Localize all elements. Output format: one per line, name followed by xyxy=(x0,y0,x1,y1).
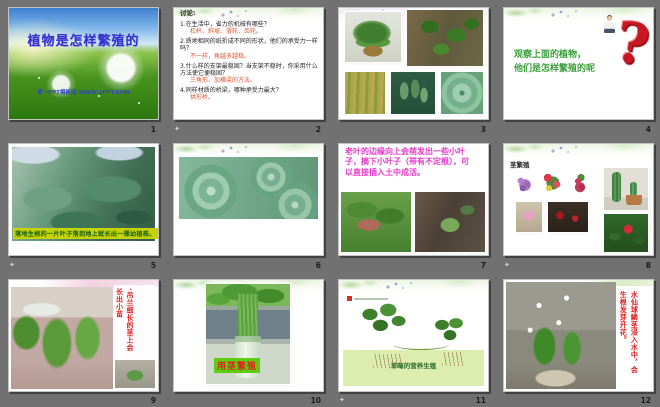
cactus-column xyxy=(612,172,621,202)
presentation-title: 植物是怎样繁殖的 xyxy=(27,34,140,49)
question-mark-graphic: ? xyxy=(611,8,654,80)
vertical-text-panel: 水仙球鳞茎浸入水中，会生根发芽开花。 xyxy=(617,287,651,383)
slide-thumbnail-10[interactable]: 用茎繁殖 xyxy=(173,279,324,392)
prompt-text: 观察上面的植物， 他们是怎样繁殖的呢 xyxy=(514,48,595,77)
narcissus-note: 水仙球鳞茎浸入水中，会生根发芽开花。 xyxy=(619,291,639,374)
stem-propagation-title: 茎繁殖 xyxy=(510,161,530,169)
slide-cell-12: 水仙球鳞茎浸入水中，会生根发芽开花。 12 xyxy=(495,272,660,407)
slide-thumbnail-8[interactable]: 茎繁殖 xyxy=(503,143,654,256)
photo-cactus-pots xyxy=(604,168,648,210)
slide-thumbnail-6[interactable] xyxy=(173,143,324,256)
photo-plantlet-in-soil xyxy=(415,192,485,252)
prompt-line-1: 观察上面的植物， xyxy=(514,50,587,60)
cactus-small xyxy=(630,182,637,196)
transition-icon[interactable]: ✦ xyxy=(339,397,345,404)
slide-cell-11: 草莓的营养生殖 ✦ 11 xyxy=(330,272,495,407)
question-2: 2.质地相同的纸折成不同的形状，他们的承受力一样吗？ xyxy=(180,38,318,53)
answer-3: 三角形、加横梁的方法。 xyxy=(190,77,257,85)
strawberry-plant-left xyxy=(357,299,409,343)
slide-cell-9: ·吊兰细长的茎上会长出小苗 9 xyxy=(0,272,165,407)
cactus-pot xyxy=(626,195,642,205)
slide-sorter-canvas: 植物是怎样繁殖的 第一PPT模板网-WWW.1PPT.COM 1 讨论: 1.在… xyxy=(0,0,660,407)
photo-kalanchoe-leaves xyxy=(12,147,155,241)
photo-cactus-stems xyxy=(391,72,435,114)
slide-number: 8 xyxy=(645,261,651,270)
photo-narcissus-pot xyxy=(506,282,616,389)
photo-ivy-leaves xyxy=(407,10,483,66)
slide-number: 11 xyxy=(475,396,486,405)
slide-thumbnail-9[interactable]: ·吊兰细长的茎上会长出小苗 xyxy=(8,279,159,392)
transition-icon[interactable]: ✦ xyxy=(504,262,510,269)
photo-pink-flower xyxy=(516,202,542,232)
spider-plant-note: ·吊兰细长的茎上会长出小苗 xyxy=(115,288,135,352)
slide-thumbnail-12[interactable]: 水仙球鳞茎浸入水中，会生根发芽开花。 xyxy=(503,279,654,392)
template-header-decoration xyxy=(339,280,488,293)
answer-4: 拱形桥。 xyxy=(190,94,215,102)
slide-cell-4: ? 观察上面的植物， 他们是怎样繁殖的呢 4 xyxy=(495,0,660,136)
slide-number: 2 xyxy=(315,125,321,134)
slide-cell-6: 6 xyxy=(165,136,330,272)
slide-cell-2: 讨论: 1.在生活中，省力的机械有哪些？ 杠杆、斜坡、滑轮、齿轮。 2.质地相同… xyxy=(165,0,330,136)
slide-thumbnail-2[interactable]: 讨论: 1.在生活中，省力的机械有哪些？ 杠杆、斜坡、滑轮、齿轮。 2.质地相同… xyxy=(173,7,324,120)
slide-cell-3: 3 xyxy=(330,0,495,136)
strawberry-caption: 草莓的营养生殖 xyxy=(390,362,437,370)
strawberry-runner-illustration: 草莓的营养生殖 xyxy=(343,293,484,386)
photo-spider-plantlet xyxy=(115,360,155,388)
person-legs xyxy=(603,29,615,33)
slide-cell-1: 植物是怎样繁殖的 第一PPT模板网-WWW.1PPT.COM 1 xyxy=(0,0,165,136)
prompt-line-2: 他们是怎样繁殖的呢 xyxy=(514,64,596,75)
slide-cell-10: 用茎繁殖 10 xyxy=(165,272,330,407)
photo-bamboo-stalks xyxy=(345,72,385,114)
slide-number: 12 xyxy=(640,396,651,405)
photo-plantlets-on-leaf xyxy=(341,192,411,252)
illustration-roses xyxy=(540,170,566,196)
watermark-text: 第一PPT模板网-WWW.1PPT.COM xyxy=(37,90,130,96)
question-1: 1.在生活中，省力的机械有哪些？ xyxy=(180,20,270,28)
source-logo-mark xyxy=(347,296,352,301)
answer-2: 不一样，角越多越稳。 xyxy=(190,52,251,60)
leaf-propagation-text: 老叶的边缘向上会萌发出一些小叶子，摘下小叶子（带有不定根），可以直接插入土中成活… xyxy=(345,147,469,177)
slide-thumbnail-4[interactable]: ? 观察上面的植物， 他们是怎样繁殖的呢 xyxy=(503,7,654,120)
slide-thumbnail-3[interactable] xyxy=(338,7,489,120)
slide-number: 4 xyxy=(645,125,651,134)
slide-cell-7: 老叶的边缘向上会萌发出一些小叶子，摘下小叶子（带有不定根），可以直接插入土中成活… xyxy=(330,136,495,272)
slide-number: 5 xyxy=(150,261,156,270)
illustration-grapes xyxy=(570,174,590,198)
slide-number: 3 xyxy=(480,125,486,134)
slide-thumbnail-1[interactable]: 植物是怎样繁殖的 第一PPT模板网-WWW.1PPT.COM xyxy=(8,7,159,120)
slide-thumbnail-5[interactable]: 落地生根的一片叶子落到地上就长出一棵幼植株。 xyxy=(8,143,159,256)
slide-thumbnail-11[interactable]: 草莓的营养生殖 xyxy=(338,279,489,392)
slide-number: 6 xyxy=(315,261,321,270)
highlighted-caption: 落地生根的一片叶子落到地上就长出一棵幼植株。 xyxy=(13,228,158,239)
slide-number: 7 xyxy=(480,261,486,270)
transition-icon[interactable]: ✦ xyxy=(9,262,15,269)
slide-cell-8: 茎繁殖 ✦ 8 xyxy=(495,136,660,272)
photo-echeveria-rosettes xyxy=(179,157,318,219)
question-3: 3.什么样的支架最稳固？当支架不稳时，你采用什么方法使它便稳固？ xyxy=(180,62,318,77)
transition-icon[interactable]: ✦ xyxy=(174,126,180,133)
illustration-lilac xyxy=(514,174,536,196)
runner-stolon xyxy=(393,339,449,350)
sitting-person-graphic xyxy=(601,16,617,34)
person-body xyxy=(604,22,614,29)
photo-spider-plants-planter xyxy=(11,287,113,389)
template-header-decoration xyxy=(174,144,323,157)
photo-red-flowers xyxy=(548,202,588,232)
photo-succulent-rosette xyxy=(441,72,483,114)
template-header-decoration xyxy=(504,144,653,157)
slide-number: 1 xyxy=(150,125,156,134)
stem-propagation-caption: 用茎繁殖 xyxy=(214,358,261,373)
slide-number: 9 xyxy=(150,396,156,405)
discussion-heading: 讨论: xyxy=(180,9,196,17)
answer-1: 杠杆、斜坡、滑轮、齿轮。 xyxy=(190,27,263,35)
slide-cell-5: 落地生根的一片叶子落到地上就长出一棵幼植株。 ✦ 5 xyxy=(0,136,165,272)
discussion-text-block: 讨论: 1.在生活中，省力的机械有哪些？ 杠杆、斜坡、滑轮、齿轮。 2.质地相同… xyxy=(180,9,318,102)
slide-number: 10 xyxy=(310,396,321,405)
photo-spider-plant-pot xyxy=(345,12,401,62)
vertical-text-panel: ·吊兰细长的茎上会长出小苗 xyxy=(114,285,156,359)
photo-begonia xyxy=(604,214,648,252)
person-head xyxy=(606,16,612,21)
slide-thumbnail-7[interactable]: 老叶的边缘向上会萌发出一些小叶子，摘下小叶子（带有不定根），可以直接插入土中成活… xyxy=(338,143,489,256)
title-slide-background xyxy=(9,8,158,119)
